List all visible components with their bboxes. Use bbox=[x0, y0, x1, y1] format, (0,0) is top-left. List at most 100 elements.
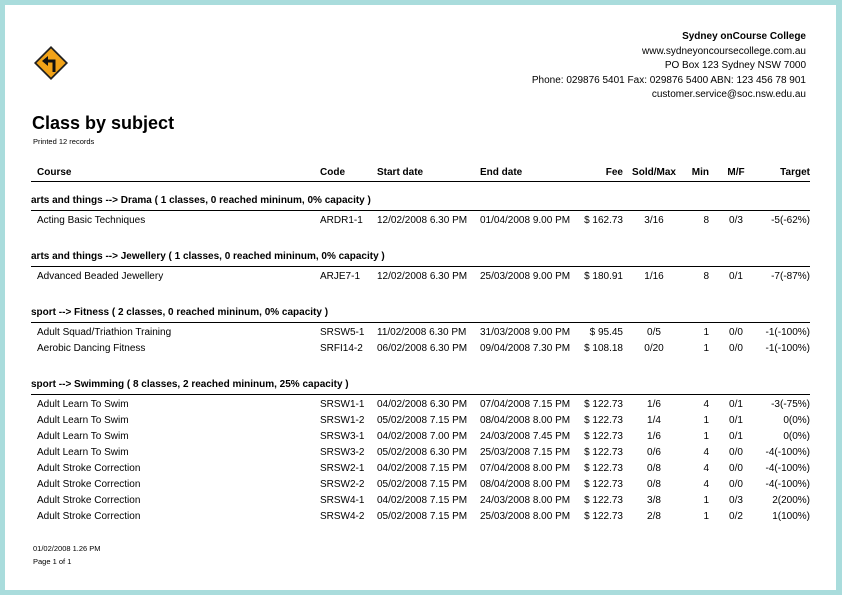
cell-sold-max: 0/6 bbox=[647, 447, 661, 458]
cell-start-date: 12/02/2008 6.30 PM bbox=[377, 215, 468, 226]
cell-start-date: 05/02/2008 6.30 PM bbox=[377, 447, 468, 458]
printed-count: Printed 12 records bbox=[33, 137, 95, 146]
cell-fee: $ 122.73 bbox=[584, 431, 623, 442]
cell-start-date: 04/02/2008 7.15 PM bbox=[377, 463, 468, 474]
report-footer: 01/02/2008 1.26 PM Page 1 of 1 bbox=[33, 542, 101, 568]
cell-mf: 0/1 bbox=[729, 415, 743, 426]
turn-left-sign-icon bbox=[34, 46, 68, 80]
group-divider bbox=[31, 210, 810, 211]
cell-target: -4(-100%) bbox=[765, 479, 810, 490]
cell-end-date: 25/03/2008 8.00 PM bbox=[480, 511, 571, 522]
cell-code: SRSW2-2 bbox=[320, 479, 365, 490]
cell-course: Adult Stroke Correction bbox=[37, 511, 141, 522]
cell-mf: 0/0 bbox=[729, 447, 743, 458]
cell-course: Adult Learn To Swim bbox=[37, 431, 129, 442]
header-mf: M/F bbox=[727, 167, 745, 178]
footer-timestamp: 01/02/2008 1.26 PM bbox=[33, 544, 101, 553]
cell-sold-max: 1/16 bbox=[644, 271, 664, 282]
cell-mf: 0/1 bbox=[729, 431, 743, 442]
cell-start-date: 04/02/2008 7.00 PM bbox=[377, 431, 468, 442]
header-target: Target bbox=[780, 167, 810, 178]
cell-course: Adult Stroke Correction bbox=[37, 479, 141, 490]
college-name: Sydney onCourse College bbox=[682, 31, 806, 42]
cell-start-date: 04/02/2008 7.15 PM bbox=[377, 495, 468, 506]
group-divider bbox=[31, 266, 810, 267]
cell-code: SRSW4-1 bbox=[320, 495, 365, 506]
cell-fee: $ 122.73 bbox=[584, 463, 623, 474]
header-course: Course bbox=[37, 167, 72, 178]
cell-mf: 0/3 bbox=[729, 495, 743, 506]
cell-min: 1 bbox=[703, 431, 709, 442]
cell-course: Adult Squad/Triathion Training bbox=[37, 327, 172, 338]
cell-end-date: 25/03/2008 7.15 PM bbox=[480, 447, 571, 458]
cell-fee: $ 108.18 bbox=[584, 343, 623, 354]
cell-target: 2(200%) bbox=[772, 495, 810, 506]
cell-mf: 0/1 bbox=[729, 271, 743, 282]
group-divider bbox=[31, 394, 810, 395]
table-row: Adult Stroke Correction SRSW2-1 04/02/2008… bbox=[31, 463, 810, 477]
cell-sold-max: 3/16 bbox=[644, 215, 664, 226]
header-min: Min bbox=[691, 167, 709, 178]
cell-end-date: 07/04/2008 7.15 PM bbox=[480, 399, 571, 410]
cell-min: 4 bbox=[703, 447, 709, 458]
cell-fee: $ 122.73 bbox=[584, 415, 623, 426]
cell-target: -1(-100%) bbox=[765, 343, 810, 354]
cell-target: -4(-100%) bbox=[765, 463, 810, 474]
cell-start-date: 05/02/2008 7.15 PM bbox=[377, 415, 468, 426]
group-title: arts and things --> Drama ( 1 classes, 0… bbox=[31, 195, 371, 206]
cell-fee: $ 122.73 bbox=[584, 447, 623, 458]
report-title: Class by subject bbox=[32, 113, 175, 133]
table-row: Adult Stroke Correction SRSW4-1 04/02/2008… bbox=[31, 495, 810, 509]
college-email: customer.service@soc.nsw.edu.au bbox=[651, 89, 806, 101]
cell-end-date: 31/03/2008 9.00 PM bbox=[480, 327, 571, 338]
header-start-date: Start date bbox=[377, 167, 424, 178]
table-row: Adult Learn To Swim SRSW3-1 04/02/2008 7.0… bbox=[31, 431, 810, 445]
header-code: Code bbox=[320, 167, 345, 178]
cell-code: SRSW2-1 bbox=[320, 463, 365, 474]
cell-code: SRFI14-2 bbox=[320, 343, 363, 354]
cell-course: Adult Learn To Swim bbox=[37, 399, 129, 410]
cell-target: -3(-75%) bbox=[771, 399, 810, 410]
table-row: Adult Stroke Correction SRSW2-2 05/02/2008… bbox=[31, 479, 810, 493]
cell-end-date: 01/04/2008 9.00 PM bbox=[480, 215, 571, 226]
college-address: PO Box 123 Sydney NSW 7000 bbox=[664, 60, 806, 72]
cell-min: 4 bbox=[703, 399, 709, 410]
cell-start-date: 11/02/2008 6.30 PM bbox=[377, 327, 467, 338]
header-end-date: End date bbox=[480, 167, 523, 178]
cell-code: SRSW3-2 bbox=[320, 447, 365, 458]
cell-fee: $ 122.73 bbox=[584, 511, 623, 522]
cell-sold-max: 1/6 bbox=[647, 399, 661, 410]
cell-mf: 0/0 bbox=[729, 479, 743, 490]
cell-mf: 0/1 bbox=[729, 399, 743, 410]
cell-min: 4 bbox=[703, 479, 709, 490]
cell-target: -5(-62%) bbox=[771, 215, 810, 226]
cell-mf: 0/3 bbox=[729, 215, 743, 226]
table-row: Adult Learn To Swim SRSW1-2 05/02/2008 7.1… bbox=[31, 415, 810, 429]
cell-course: Adult Learn To Swim bbox=[37, 415, 129, 426]
cell-target: 0(0%) bbox=[783, 415, 810, 426]
cell-code: SRSW4-2 bbox=[320, 511, 365, 522]
cell-code: SRSW1-1 bbox=[320, 399, 365, 410]
college-info: Sydney onCourse College www.sydneyoncour… bbox=[532, 30, 806, 103]
cell-course: Adult Stroke Correction bbox=[37, 495, 141, 506]
college-phone: Phone: 029876 5401 Fax: 029876 5400 ABN:… bbox=[531, 74, 806, 86]
report-page: Sydney onCourse College www.sydneyoncour… bbox=[5, 5, 836, 590]
group-divider bbox=[31, 322, 810, 323]
cell-mf: 0/0 bbox=[729, 343, 743, 354]
cell-sold-max: 1/4 bbox=[647, 415, 661, 426]
cell-fee: $ 180.91 bbox=[584, 271, 623, 282]
cell-end-date: 24/03/2008 8.00 PM bbox=[480, 495, 571, 506]
cell-end-date: 25/03/2008 9.00 PM bbox=[480, 271, 571, 282]
cell-min: 1 bbox=[703, 511, 709, 522]
table-row: Aerobic Dancing Fitness SRFI14-2 06/02/200… bbox=[31, 343, 810, 357]
cell-fee: $ 122.73 bbox=[584, 479, 623, 490]
cell-sold-max: 1/6 bbox=[647, 431, 661, 442]
cell-fee: $ 162.73 bbox=[584, 215, 623, 226]
cell-mf: 0/0 bbox=[729, 463, 743, 474]
header-sold-max: Sold/Max bbox=[632, 167, 676, 178]
cell-sold-max: 2/8 bbox=[647, 511, 661, 522]
cell-start-date: 12/02/2008 6.30 PM bbox=[377, 271, 468, 282]
cell-fee: $ 95.45 bbox=[589, 327, 623, 338]
cell-start-date: 05/02/2008 7.15 PM bbox=[377, 479, 468, 490]
cell-start-date: 05/02/2008 7.15 PM bbox=[377, 511, 468, 522]
